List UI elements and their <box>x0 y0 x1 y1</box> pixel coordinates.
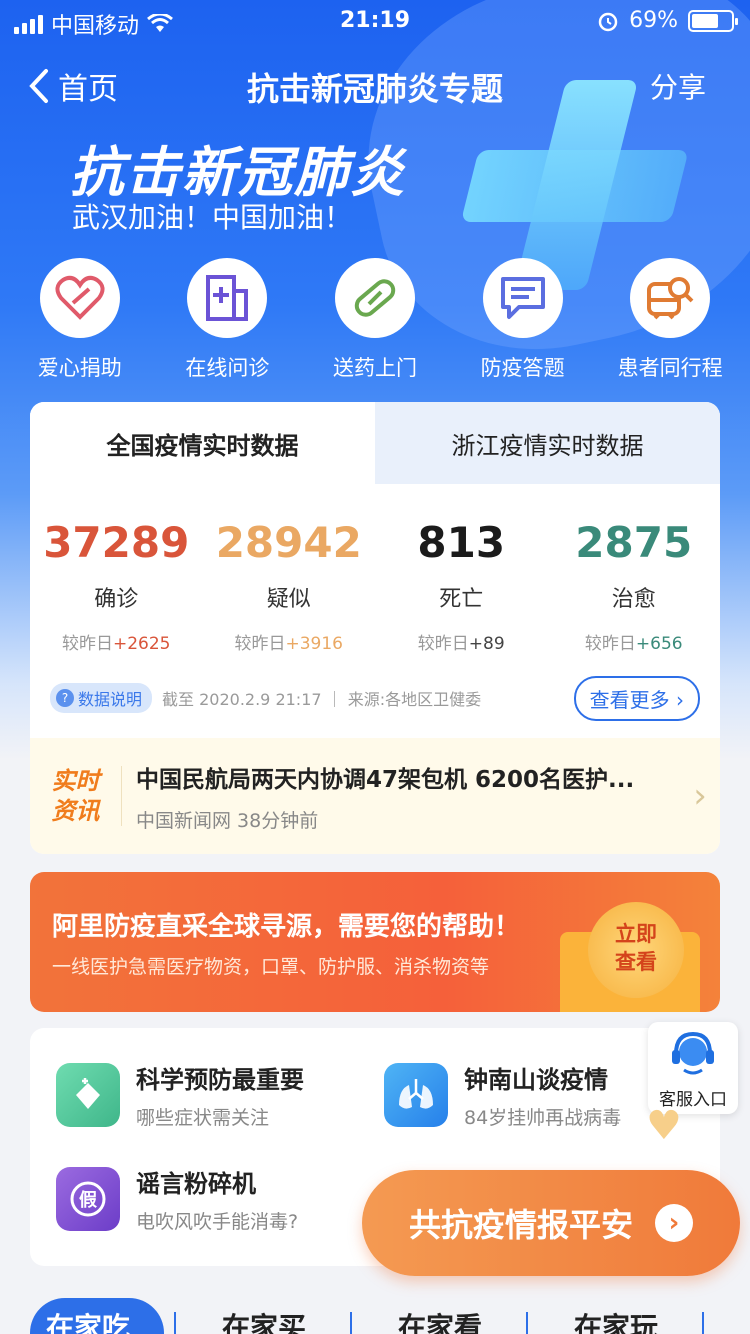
action-quiz[interactable]: 防疫答题 <box>453 258 593 382</box>
stat-value: 28942 <box>215 518 362 567</box>
train-search-icon <box>647 277 694 320</box>
view-now-button[interactable]: 立即 查看 <box>588 902 684 998</box>
data-info-label: 数据说明 <box>78 690 143 709</box>
topic-title: 钟南山谈疫情 <box>464 1066 608 1094</box>
stat-cured: 2875 治愈 较昨日+656 <box>548 518 721 654</box>
fake-badge-icon: 假 <box>70 1181 106 1217</box>
tab-play-at-home[interactable]: 在家玩 <box>528 1296 704 1334</box>
news-source: 中国新闻网 38分钟前 <box>136 809 319 832</box>
action-same-trip[interactable]: 患者同行程 <box>600 258 740 382</box>
customer-service-button[interactable]: 客服入口 <box>648 1022 738 1114</box>
topic-prevention[interactable]: 科学预防最重要 哪些症状需关注 <box>56 1060 304 1130</box>
topic-title: 谣言粉碎机 <box>136 1170 256 1198</box>
banner-title: 阿里防疫直采全球寻源，需要您的帮助！ <box>52 912 521 942</box>
floating-hearts-decoration: ♥ <box>646 1103 682 1149</box>
nav-bar: 首页 抗击新冠肺炎专题 分享 <box>0 54 750 114</box>
chevron-right-icon: › <box>676 688 684 712</box>
stat-delta: +89 <box>468 634 505 654</box>
quick-actions: 爱心捐助 在线问诊 送药上门 防疫答题 患者同行程 <box>0 258 750 382</box>
report-safety-button[interactable]: 共抗疫情报平安 › <box>362 1170 740 1276</box>
tab-buy-at-home[interactable]: 在家买 <box>176 1296 352 1334</box>
arrow-right-icon: › <box>655 1204 693 1242</box>
stat-delta: +2625 <box>112 634 171 654</box>
action-label: 送药上门 <box>332 356 417 380</box>
battery-icon <box>688 9 738 32</box>
headset-icon <box>672 1031 714 1075</box>
stat-label: 治愈 <box>611 587 656 612</box>
shield-heart-icon <box>76 1078 100 1109</box>
view-more-button[interactable]: 查看更多 › <box>573 676 700 721</box>
stat-delta-prefix: 较昨日 <box>417 634 469 654</box>
tab-zhejiang[interactable]: 浙江疫情实时数据 <box>375 402 720 484</box>
page-title: 抗击新冠肺炎专题 <box>246 70 503 108</box>
action-donate[interactable]: 爱心捐助 <box>10 258 150 382</box>
stat-value: 813 <box>417 518 506 567</box>
stat-delta-prefix: 较昨日 <box>234 634 286 654</box>
stat-delta: +3916 <box>285 634 343 654</box>
stat-deaths: 813 死亡 较昨日+89 <box>375 518 548 654</box>
topic-subtitle: 电吹风吹手能消毒? <box>136 1211 299 1233</box>
news-tag-line1: 实时 <box>51 767 100 795</box>
category-tabs: 在家吃 在家买 在家看 在家玩 <box>0 1296 750 1334</box>
view-more-label: 查看更多 <box>589 688 670 712</box>
stat-value: 37289 <box>43 518 190 567</box>
hero-subtitle: 武汉加油！中国加油！ <box>72 201 353 234</box>
hospital-icon <box>206 275 249 321</box>
tab-label: 在家吃 <box>45 1311 130 1334</box>
lungs-icon <box>399 1079 433 1109</box>
tab-label: 在家看 <box>397 1311 482 1334</box>
action-label: 患者同行程 <box>617 356 723 380</box>
stat-suspected: 28942 疑似 较昨日+3916 <box>203 518 376 654</box>
topic-subtitle: 哪些症状需关注 <box>136 1107 270 1129</box>
action-label: 在线问诊 <box>185 356 270 380</box>
stat-value: 2875 <box>575 518 693 567</box>
heart-icon <box>55 275 105 320</box>
chat-icon <box>500 277 545 319</box>
topic-title: 科学预防最重要 <box>136 1066 304 1094</box>
tab-label: 在家玩 <box>573 1311 658 1334</box>
battery-percent: 69% <box>629 8 678 33</box>
stat-label: 确诊 <box>94 587 139 612</box>
news-title: 中国民航局两天内协调47架包机 6200名医护... <box>136 766 635 793</box>
svg-text:假: 假 <box>79 1189 98 1211</box>
tab-national[interactable]: 全国疫情实时数据 <box>30 402 375 484</box>
epidemic-stats-card: 全国疫情实时数据 浙江疫情实时数据 37289 确诊 较昨日+2625 2894… <box>30 402 720 854</box>
news-tag: 实时 资讯 <box>30 766 122 826</box>
topic-rumor-buster[interactable]: 假 谣言粉碎机 电吹风吹手能消毒? <box>56 1164 298 1234</box>
global-sourcing-banner[interactable]: 阿里防疫直采全球寻源，需要您的帮助！ 一线医护急需医疗物资，口罩、防护服、消杀物… <box>30 872 720 1012</box>
pill-icon <box>354 279 396 317</box>
stat-delta-prefix: 较昨日 <box>584 634 636 654</box>
question-icon: ? <box>56 689 74 707</box>
action-label: 爱心捐助 <box>37 356 122 380</box>
stat-delta-prefix: 较昨日 <box>61 634 113 654</box>
view-now-line2: 查看 <box>615 950 657 974</box>
status-bar: 中国移动 21:19 69% <box>0 0 750 40</box>
tab-label: 在家买 <box>221 1311 306 1334</box>
stat-label: 死亡 <box>439 587 484 612</box>
news-ticker[interactable]: 实时 资讯 中国民航局两天内协调47架包机 6200名医护... 中国新闻网 3… <box>30 738 720 854</box>
tab-watch-at-home[interactable]: 在家看 <box>352 1296 528 1334</box>
alarm-icon <box>598 12 618 31</box>
view-now-line1: 立即 <box>615 922 657 946</box>
action-delivery[interactable]: 送药上门 <box>305 258 445 382</box>
news-tag-line2: 资讯 <box>51 797 100 825</box>
action-label: 防疫答题 <box>480 356 565 380</box>
data-info-button[interactable]: ? 数据说明 <box>50 683 153 713</box>
report-safety-label: 共抗疫情报平安 <box>408 1206 633 1244</box>
share-button[interactable]: 分享 <box>650 66 706 106</box>
banner-subtitle: 一线医护急需医疗物资，口罩、防护服、消杀物资等 <box>52 956 490 978</box>
stat-confirmed: 37289 确诊 较昨日+2625 <box>30 518 203 654</box>
chevron-right-icon: › <box>693 776 707 816</box>
topic-zhong-nanshan[interactable]: 钟南山谈疫情 84岁挂帅再战病毒 <box>384 1060 621 1130</box>
data-timestamp-source: 截至 2020.2.9 21:17 ｜ 来源:各地区卫健委 <box>162 690 482 709</box>
stat-label: 疑似 <box>266 587 311 612</box>
topic-subtitle: 84岁挂帅再战病毒 <box>464 1107 622 1129</box>
tab-eat-at-home[interactable]: 在家吃 <box>0 1296 176 1334</box>
stat-delta: +656 <box>635 634 683 654</box>
action-consult[interactable]: 在线问诊 <box>157 258 297 382</box>
